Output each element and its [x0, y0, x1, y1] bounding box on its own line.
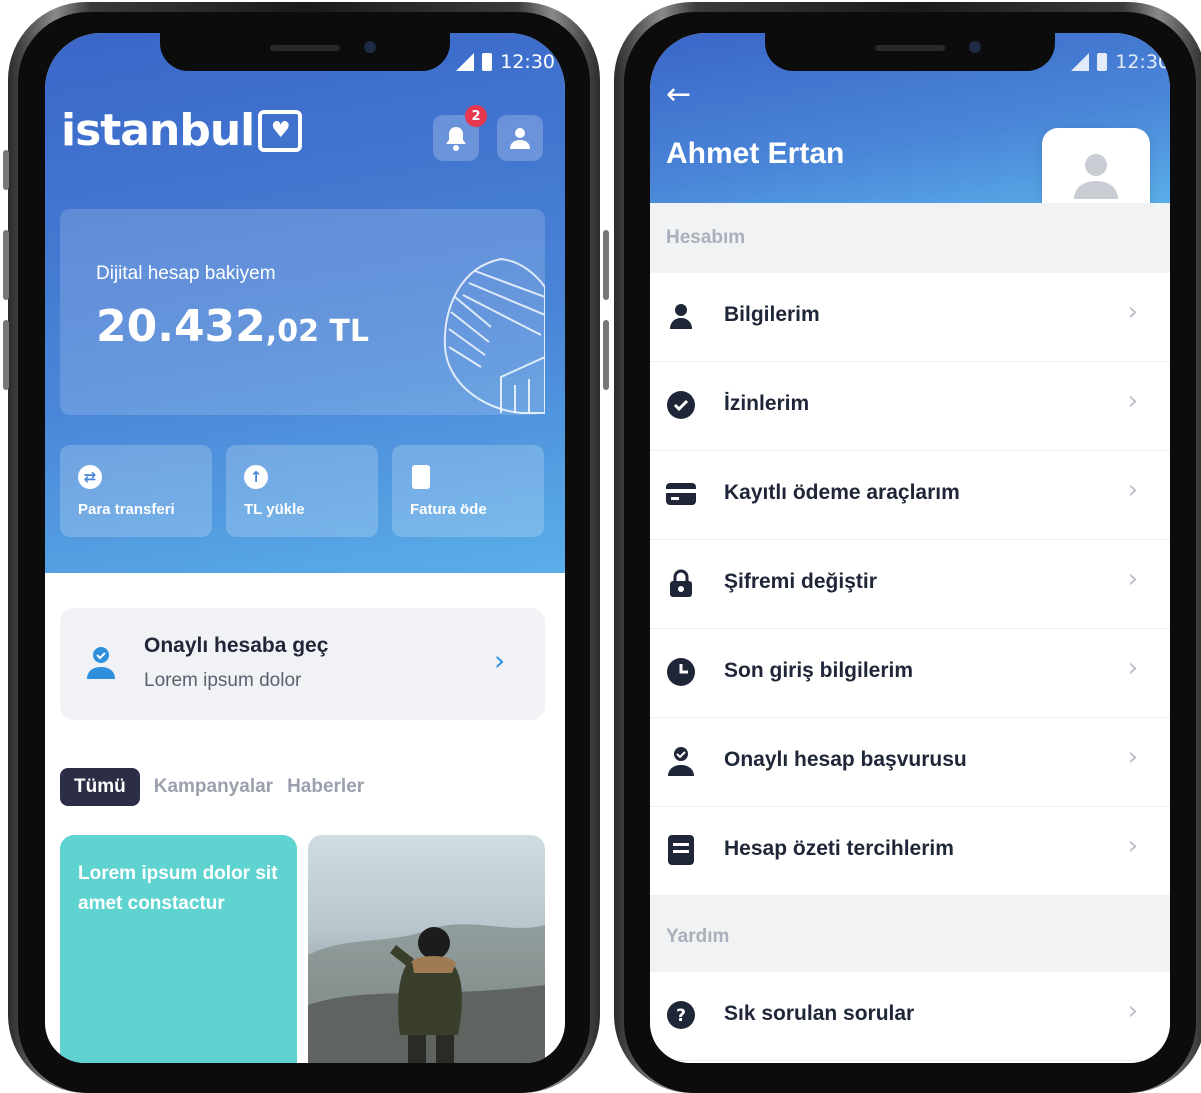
chevron-right-icon: ›	[494, 644, 506, 677]
menu-item-label: Bilgilerim	[724, 303, 820, 326]
person-icon	[510, 128, 530, 149]
notch	[765, 33, 1055, 71]
hero-header: istanbul ♥ 2 Dijital hesap bakiyem 20.43…	[45, 33, 565, 573]
section-header: Hesabım	[650, 203, 1170, 273]
menu-item-bilgilerim[interactable]: Bilgilerim ›	[650, 273, 1170, 362]
signal-icon	[456, 53, 475, 71]
action-label: Fatura öde	[410, 501, 487, 518]
help-icon: ?	[666, 1000, 696, 1030]
menu-item-kayitli-odeme[interactable]: Kayıtlı ödeme araçlarım ›	[650, 451, 1170, 540]
notification-badge: 2	[465, 105, 487, 127]
section-title: Hesabım	[666, 227, 746, 248]
chevron-right-icon: ›	[1127, 297, 1138, 327]
phone-side-button	[603, 320, 609, 390]
news-image-card[interactable]	[308, 835, 545, 1063]
tab-news[interactable]: Haberler	[287, 776, 364, 798]
tab-campaigns[interactable]: Kampanyalar	[154, 776, 273, 798]
person-placeholder-icon	[1074, 154, 1118, 199]
notification-button[interactable]: 2	[433, 105, 487, 161]
action-fatura-ode[interactable]: Fatura öde	[392, 445, 544, 537]
battery-icon	[1097, 53, 1108, 71]
menu-item-label: Hesap özeti tercihlerim	[724, 837, 954, 860]
hiker-photo	[308, 924, 545, 1063]
verified-user-icon	[666, 746, 696, 776]
menu-item-label: Son giriş bilgilerim	[724, 659, 914, 682]
verified-user-icon	[87, 647, 115, 679]
chevron-right-icon: ›	[1127, 653, 1138, 683]
profile-name: Ahmet Ertan	[666, 137, 845, 170]
right-screen: 12:30 ← Ahmet Ertan Hesabım Bilgilerim ›…	[650, 33, 1170, 1063]
menu-item-sifremi-degistir[interactable]: Şifremi değiştir ›	[650, 540, 1170, 629]
person-icon	[666, 301, 696, 331]
document-icon	[412, 465, 430, 489]
promo-card[interactable]: Lorem ipsum dolor sit amet constactur	[60, 835, 297, 1063]
menu-item-label: Kayıtlı ödeme araçlarım	[724, 481, 960, 504]
lock-icon	[666, 568, 696, 598]
chevron-right-icon: ›	[1127, 996, 1138, 1026]
menu-item-izinlerim[interactable]: İzinlerim ›	[650, 362, 1170, 451]
status-time: 12:30	[500, 51, 555, 73]
card-icon	[666, 479, 696, 509]
menu-item-label: Onaylı hesap başvurusu	[724, 748, 967, 771]
verify-subtitle: Lorem ipsum dolor	[144, 670, 302, 691]
menu-item-hesap-ozeti[interactable]: Hesap özeti tercihlerim ›	[650, 807, 1170, 896]
content-tabs: Tümü Kampanyalar Haberler	[60, 768, 364, 806]
transfer-icon: ⇄	[78, 465, 102, 489]
logo-text: istanbul	[61, 105, 255, 156]
section-title: Yardım	[666, 926, 730, 947]
phone-side-button	[3, 150, 9, 190]
phone-side-button	[3, 230, 9, 300]
notch	[160, 33, 450, 71]
menu-item-sss[interactable]: ? Sık sorulan sorular ›	[650, 972, 1170, 1061]
balance-amount: 20.432,02 TL	[96, 301, 369, 352]
back-arrow-icon[interactable]: ←	[666, 77, 691, 112]
menu-item-label: İzinlerim	[724, 392, 810, 415]
signal-icon	[1071, 53, 1090, 71]
balance-card[interactable]: Dijital hesap bakiyem 20.432,02 TL	[60, 209, 545, 415]
phone-side-button	[603, 230, 609, 300]
action-label: Para transferi	[78, 501, 175, 518]
upload-icon: ↑	[244, 465, 268, 489]
statement-icon	[666, 835, 696, 865]
heart-logo-icon: ♥	[258, 109, 303, 152]
verify-account-banner[interactable]: Onaylı hesaba geç Lorem ipsum dolor ›	[60, 608, 545, 720]
section-header: Yardım	[650, 896, 1170, 972]
menu-item-label: Sık sorulan sorular	[724, 1002, 915, 1025]
phone-side-button	[3, 320, 9, 390]
status-time: 12:30	[1115, 51, 1170, 73]
action-label: TL yükle	[244, 501, 305, 518]
battery-icon	[482, 53, 493, 71]
check-circle-icon	[666, 390, 696, 420]
profile-button[interactable]	[497, 115, 543, 161]
chevron-right-icon: ›	[1127, 742, 1138, 772]
action-para-transferi[interactable]: ⇄ Para transferi	[60, 445, 212, 537]
status-bar: 12:30	[1071, 51, 1170, 73]
promo-card-text: Lorem ipsum dolor sit amet constactur	[78, 863, 278, 914]
balance-decimal: ,02 TL	[265, 314, 369, 349]
verify-title: Onaylı hesaba geç	[144, 634, 329, 657]
chevron-right-icon: ›	[1127, 386, 1138, 416]
chevron-right-icon: ›	[1127, 564, 1138, 594]
menu-item-onayli-hesap[interactable]: Onaylı hesap başvurusu ›	[650, 718, 1170, 807]
istanbul-logo: istanbul ♥	[61, 105, 303, 156]
status-bar: 12:30	[456, 51, 555, 73]
chevron-right-icon: ›	[1127, 475, 1138, 505]
action-tl-yukle[interactable]: ↑ TL yükle	[226, 445, 378, 537]
left-screen: 12:30 istanbul ♥ 2 Dijital hesap bakiyem…	[45, 33, 565, 1063]
balance-label: Dijital hesap bakiyem	[96, 263, 276, 284]
balance-integer: 20.432	[96, 301, 266, 352]
clock-icon	[666, 657, 696, 687]
svg-text:?: ?	[676, 1006, 686, 1026]
tulip-decoration-icon	[443, 257, 545, 414]
menu-item-son-giris[interactable]: Son giriş bilgilerim ›	[650, 629, 1170, 718]
tab-all[interactable]: Tümü	[60, 768, 140, 806]
chevron-right-icon: ›	[1127, 831, 1138, 861]
menu-item-label: Şifremi değiştir	[724, 570, 877, 593]
bell-icon	[446, 127, 466, 151]
